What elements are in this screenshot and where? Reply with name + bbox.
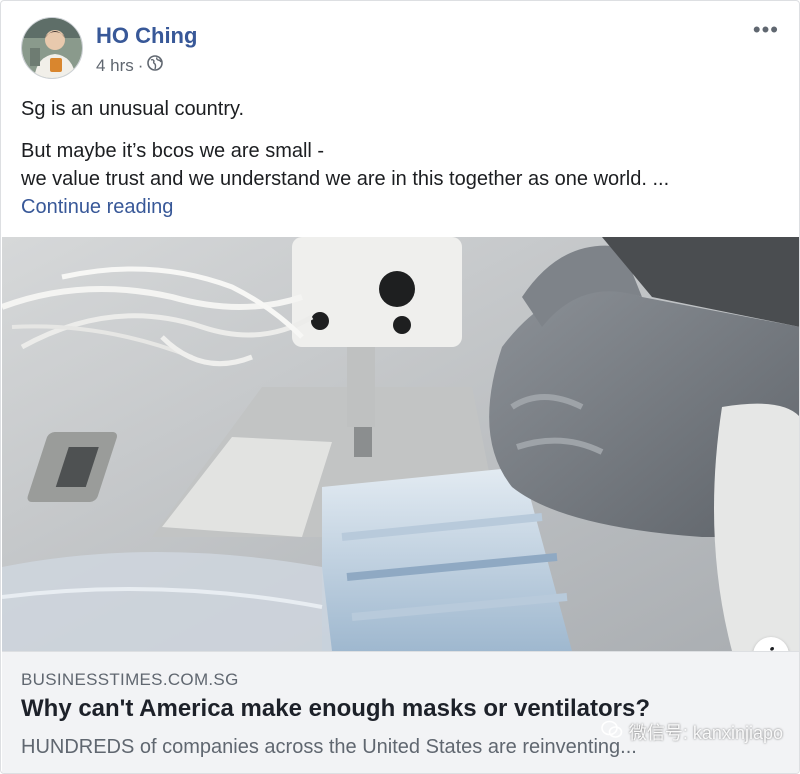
continue-reading-link[interactable]: Continue reading [21,196,173,218]
watermark-text: 微信号: kanxinjiapo [628,723,783,743]
link-preview-footer[interactable]: BUSINESSTIMES.COM.SG Why can't America m… [2,651,799,773]
post-meta: 4 hrs · [96,55,164,76]
sewing-machine-photo [2,237,799,651]
post-header: HO Ching 4 hrs · ••• [21,17,779,83]
link-domain: BUSINESSTIMES.COM.SG [21,670,239,689]
post-text-line: Sg is an unusual country. [21,98,245,120]
post-body: Sg is an unusual country. But maybe it’s… [21,95,779,221]
globe-icon[interactable] [147,55,164,76]
watermark: 微信号: kanxinjiapo [601,719,783,745]
link-preview-image[interactable] [2,237,799,651]
link-headline[interactable]: Why can't America make enough masks or v… [21,695,650,723]
link-description: HUNDREDS of companies across the United … [21,736,637,758]
facebook-post: HO Ching 4 hrs · ••• Sg is an unusual co… [0,0,800,774]
wechat-icon [601,720,623,745]
author-name[interactable]: HO Ching [96,23,197,49]
avatar[interactable] [21,17,83,79]
avatar-photo [22,18,82,78]
post-text-line: But maybe it’s bcos we are small - [21,140,325,162]
post-time[interactable]: 4 hrs [96,56,134,76]
more-options-icon[interactable]: ••• [753,19,779,41]
post-text-line: we value trust and we understand we are … [21,168,670,190]
meta-separator: · [137,55,144,75]
